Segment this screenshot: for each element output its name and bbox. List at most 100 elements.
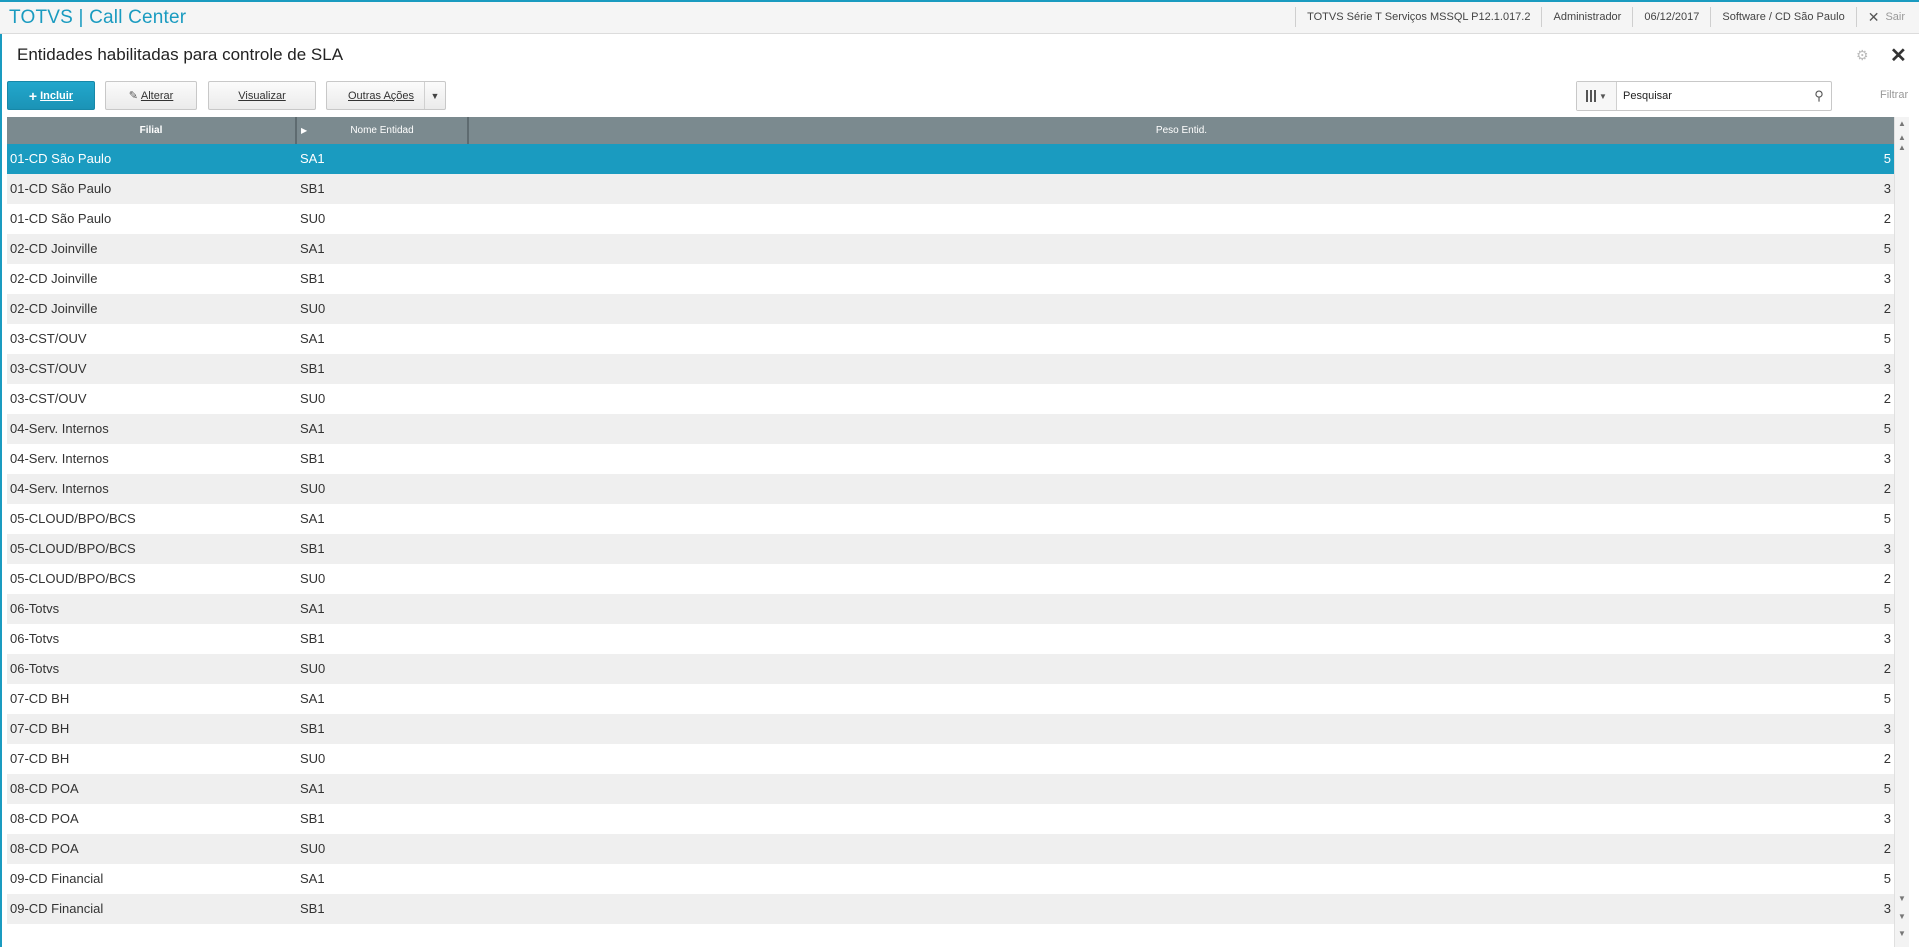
- table-row[interactable]: 06-Totvs SB1 3: [7, 624, 1894, 654]
- cell-nome-entidad: SA1: [300, 421, 325, 436]
- cell-filial: 08-CD POA: [10, 811, 79, 826]
- cell-nome-entidad: SU0: [300, 301, 326, 316]
- column-header-peso-entid[interactable]: Peso Entid.: [469, 117, 1894, 144]
- table-row[interactable]: 09-CD Financial SB1 3: [7, 894, 1894, 924]
- cell-nome-entidad: SB1: [300, 451, 325, 466]
- table-row[interactable]: 06-Totvs SA1 5: [7, 594, 1894, 624]
- scroll-page-up-icon[interactable]: ▲: [1895, 133, 1909, 142]
- table-row[interactable]: 05-CLOUD/BPO/BCS SU0 2: [7, 564, 1894, 594]
- scroll-up-icon[interactable]: ▲: [1895, 143, 1909, 152]
- cell-filial: 08-CD POA: [10, 781, 79, 796]
- table-row[interactable]: 02-CD Joinville SU0 2: [7, 294, 1894, 324]
- column-header-filial[interactable]: Filial: [7, 117, 297, 144]
- cell-peso-entid: 3: [1883, 721, 1891, 736]
- cell-peso-entid: 2: [1883, 301, 1891, 316]
- table-row[interactable]: 01-CD São Paulo SU0 2: [7, 204, 1894, 234]
- table-row[interactable]: 07-CD BH SA1 5: [7, 684, 1894, 714]
- outras-acoes-button[interactable]: Outras Ações ▼: [326, 81, 446, 110]
- cell-peso-entid: 3: [1883, 181, 1891, 196]
- table-row[interactable]: 04-Serv. Internos SA1 5: [7, 414, 1894, 444]
- table-row[interactable]: 04-Serv. Internos SB1 3: [7, 444, 1894, 474]
- cell-peso-entid: 3: [1883, 901, 1891, 916]
- vertical-scrollbar[interactable]: ▲ ▲ ▲ ▼ ▼ ▼: [1894, 117, 1909, 947]
- incluir-label: Incluir: [40, 89, 74, 102]
- search-box: ▼ ⚲: [1576, 81, 1832, 111]
- cell-nome-entidad: SB1: [300, 631, 325, 646]
- caret-down-icon: ▼: [1599, 91, 1607, 101]
- scroll-top-icon[interactable]: ▲: [1895, 119, 1909, 128]
- table-row[interactable]: 01-CD São Paulo SB1 3: [7, 174, 1894, 204]
- close-icon: ✕: [1867, 9, 1880, 25]
- table-row[interactable]: 08-CD POA SU0 2: [7, 834, 1894, 864]
- columns-toggle[interactable]: ▼: [1577, 82, 1617, 110]
- gear-icon[interactable]: ⚙: [1856, 47, 1869, 64]
- cell-nome-entidad: SU0: [300, 661, 326, 676]
- search-input[interactable]: [1617, 83, 1807, 109]
- branch-label[interactable]: Software / CD São Paulo: [1710, 7, 1855, 27]
- session-info: TOTVS Série T Serviços MSSQL P12.1.017.2…: [1295, 0, 1919, 34]
- cell-peso-entid: 3: [1883, 361, 1891, 376]
- table-row[interactable]: 04-Serv. Internos SU0 2: [7, 474, 1894, 504]
- scroll-page-down-icon[interactable]: ▼: [1895, 912, 1909, 921]
- cell-peso-entid: 3: [1883, 451, 1891, 466]
- incluir-button[interactable]: + Incluir: [7, 81, 95, 110]
- filter-link[interactable]: Filtrar: [1880, 89, 1908, 101]
- cell-peso-entid: 2: [1883, 571, 1891, 586]
- scroll-bottom-icon[interactable]: ▼: [1895, 929, 1909, 938]
- cell-peso-entid: 3: [1883, 631, 1891, 646]
- plus-icon: +: [28, 87, 38, 104]
- cell-nome-entidad: SU0: [300, 481, 326, 496]
- date-label[interactable]: 06/12/2017: [1632, 7, 1710, 27]
- table-row[interactable]: 08-CD POA SA1 5: [7, 774, 1894, 804]
- column-header-nome-entidad[interactable]: ▶ Nome Entidad: [297, 117, 469, 144]
- alterar-button[interactable]: ✎ Alterar: [105, 81, 197, 110]
- cell-filial: 04-Serv. Internos: [10, 481, 109, 496]
- visualizar-button[interactable]: Visualizar: [208, 81, 316, 110]
- table-row[interactable]: 03-CST/OUV SA1 5: [7, 324, 1894, 354]
- cell-filial: 09-CD Financial: [10, 901, 104, 916]
- cell-nome-entidad: SB1: [300, 541, 325, 556]
- table-row[interactable]: 02-CD Joinville SB1 3: [7, 264, 1894, 294]
- user-label[interactable]: Administrador: [1541, 7, 1632, 27]
- table-row[interactable]: 07-CD BH SU0 2: [7, 744, 1894, 774]
- cell-peso-entid: 3: [1883, 811, 1891, 826]
- cell-filial: 04-Serv. Internos: [10, 451, 109, 466]
- cell-peso-entid: 2: [1883, 751, 1891, 766]
- column-header-nome-label: Nome Entidad: [350, 125, 414, 136]
- table-row[interactable]: 03-CST/OUV SB1 3: [7, 354, 1894, 384]
- exit-button[interactable]: ✕ Sair: [1855, 7, 1919, 27]
- cell-filial: 02-CD Joinville: [10, 271, 98, 286]
- table-row[interactable]: 05-CLOUD/BPO/BCS SB1 3: [7, 534, 1894, 564]
- table-row[interactable]: 08-CD POA SB1 3: [7, 804, 1894, 834]
- search-icon[interactable]: ⚲: [1807, 88, 1831, 104]
- cell-nome-entidad: SA1: [300, 781, 325, 796]
- table-row[interactable]: 06-Totvs SU0 2: [7, 654, 1894, 684]
- table-row[interactable]: 01-CD São Paulo SA1 5: [7, 144, 1894, 174]
- cell-nome-entidad: SA1: [300, 511, 325, 526]
- page-title: Entidades habilitadas para controle de S…: [17, 45, 344, 64]
- cell-filial: 05-CLOUD/BPO/BCS: [10, 571, 136, 586]
- cell-filial: 03-CST/OUV: [10, 361, 87, 376]
- cell-filial: 01-CD São Paulo: [10, 211, 112, 226]
- alterar-label: Alterar: [140, 89, 174, 102]
- table-row[interactable]: 03-CST/OUV SU0 2: [7, 384, 1894, 414]
- scroll-down-icon[interactable]: ▼: [1895, 894, 1909, 903]
- app-title: TOTVS | Call Center: [9, 7, 187, 28]
- cell-nome-entidad: SA1: [300, 241, 325, 256]
- cell-nome-entidad: SB1: [300, 811, 325, 826]
- cell-peso-entid: 3: [1883, 271, 1891, 286]
- cell-nome-entidad: SU0: [300, 571, 326, 586]
- table-row[interactable]: 07-CD BH SB1 3: [7, 714, 1894, 744]
- cell-filial: 07-CD BH: [10, 751, 70, 766]
- cell-peso-entid: 5: [1883, 781, 1891, 796]
- caret-down-icon[interactable]: ▼: [424, 82, 445, 109]
- cell-filial: 06-Totvs: [10, 601, 60, 616]
- left-accent-line: [0, 34, 2, 947]
- table-row[interactable]: 02-CD Joinville SA1 5: [7, 234, 1894, 264]
- close-page-button[interactable]: ✕: [1890, 43, 1907, 68]
- cell-nome-entidad: SU0: [300, 841, 326, 856]
- table-row[interactable]: 05-CLOUD/BPO/BCS SA1 5: [7, 504, 1894, 534]
- cell-nome-entidad: SU0: [300, 391, 326, 406]
- cell-nome-entidad: SB1: [300, 181, 325, 196]
- table-row[interactable]: 09-CD Financial SA1 5: [7, 864, 1894, 894]
